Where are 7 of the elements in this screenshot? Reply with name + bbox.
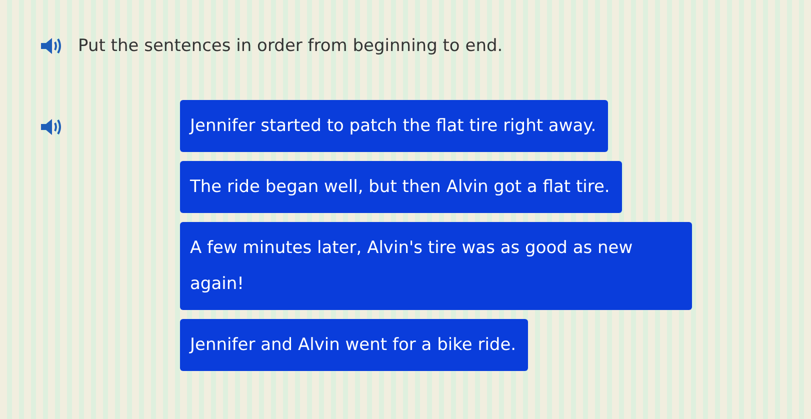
speaker-icon[interactable] xyxy=(40,36,64,56)
sentence-tile[interactable]: A few minutes later, Alvin's tire was as good as new again! xyxy=(180,222,692,310)
speaker-icon[interactable] xyxy=(40,117,64,137)
sentence-tile[interactable]: Jennifer and Alvin went for a bike ride. xyxy=(180,319,528,371)
instruction-text: Put the sentences in order from beginning to end. xyxy=(78,36,503,56)
sentence-tile[interactable]: The ride began well, but then Alvin got a flat tire. xyxy=(180,161,622,213)
sentence-tile[interactable]: Jennifer started to patch the flat tire right away. xyxy=(180,100,608,152)
